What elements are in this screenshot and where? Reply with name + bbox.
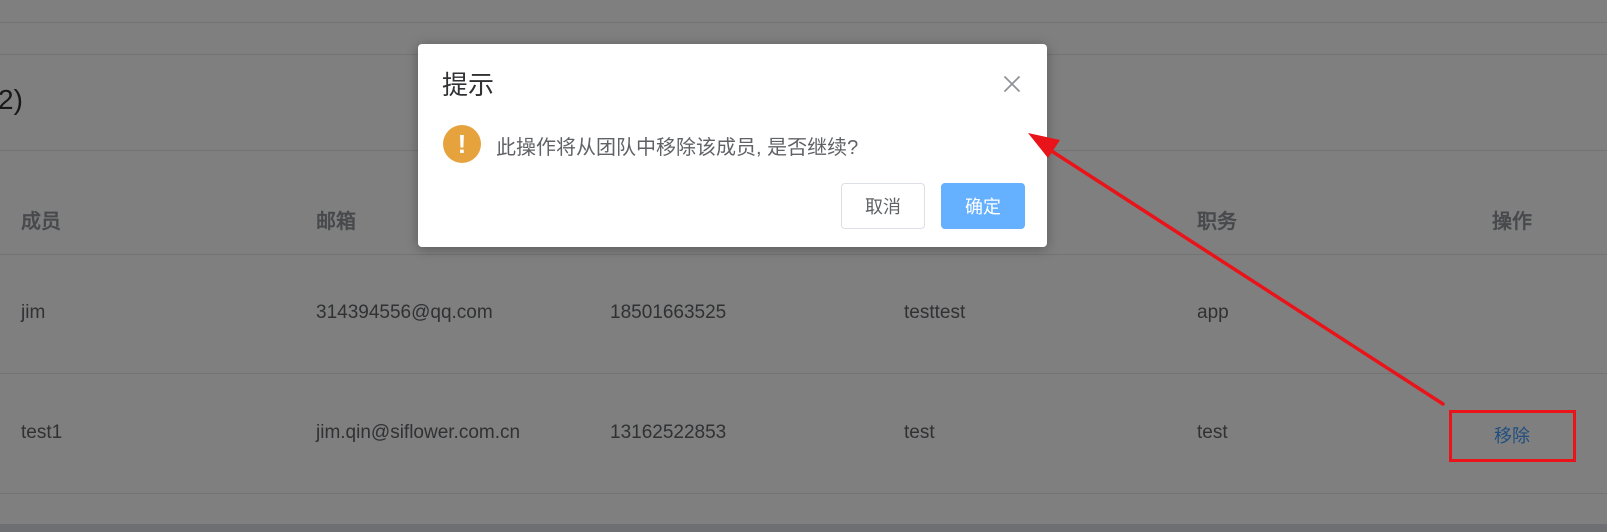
- confirm-dialog: 提示 ! 此操作将从团队中移除该成员, 是否继续? 取消 确定: [418, 44, 1047, 247]
- cancel-button[interactable]: 取消: [841, 183, 925, 229]
- close-icon[interactable]: [1000, 72, 1024, 96]
- dialog-title: 提示: [442, 70, 495, 100]
- annotation-highlight-box: [1449, 410, 1576, 462]
- confirm-button[interactable]: 确定: [941, 183, 1025, 229]
- warning-icon: !: [443, 125, 481, 163]
- dialog-message: 此操作将从团队中移除该成员, 是否继续?: [496, 137, 859, 159]
